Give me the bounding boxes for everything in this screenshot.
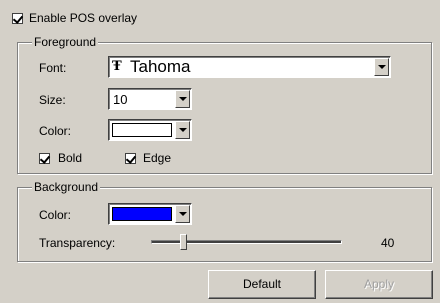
size-label: Size: xyxy=(39,93,66,107)
bold-checkbox[interactable] xyxy=(39,153,50,164)
transparency-value: 40 xyxy=(381,236,395,250)
transparency-label: Transparency: xyxy=(39,236,116,250)
transparency-slider-thumb[interactable] xyxy=(180,234,188,250)
background-color-label: Color: xyxy=(39,208,72,222)
foreground-color-dropdown-arrow-icon[interactable] xyxy=(175,121,190,139)
edge-label: Edge xyxy=(143,151,172,165)
apply-button[interactable]: Apply xyxy=(325,270,433,299)
font-select-value: Tahoma xyxy=(130,57,191,76)
font-label: Font: xyxy=(39,61,67,75)
bold-label: Bold xyxy=(58,151,83,165)
enable-pos-overlay-checkbox[interactable] xyxy=(12,13,23,24)
truetype-font-icon: Ŧ xyxy=(112,59,122,74)
background-color-swatch xyxy=(112,207,172,221)
size-dropdown-arrow-icon[interactable] xyxy=(175,90,190,108)
edge-checkbox[interactable] xyxy=(125,153,136,164)
foreground-color-swatch xyxy=(112,123,172,137)
background-color-picker[interactable] xyxy=(108,203,192,225)
background-group xyxy=(17,187,432,262)
size-select-value: 10 xyxy=(113,92,128,107)
foreground-legend: Foreground xyxy=(32,35,99,49)
size-select[interactable]: 10 xyxy=(108,88,192,110)
foreground-color-picker[interactable] xyxy=(108,119,192,141)
foreground-color-label: Color: xyxy=(39,124,72,138)
default-button[interactable]: Default xyxy=(208,270,316,299)
font-select[interactable]: Ŧ Tahoma xyxy=(108,56,391,78)
background-color-dropdown-arrow-icon[interactable] xyxy=(175,205,190,223)
enable-pos-overlay-label: Enable POS overlay xyxy=(29,11,138,25)
background-legend: Background xyxy=(32,180,101,194)
font-dropdown-arrow-icon[interactable] xyxy=(374,58,389,76)
